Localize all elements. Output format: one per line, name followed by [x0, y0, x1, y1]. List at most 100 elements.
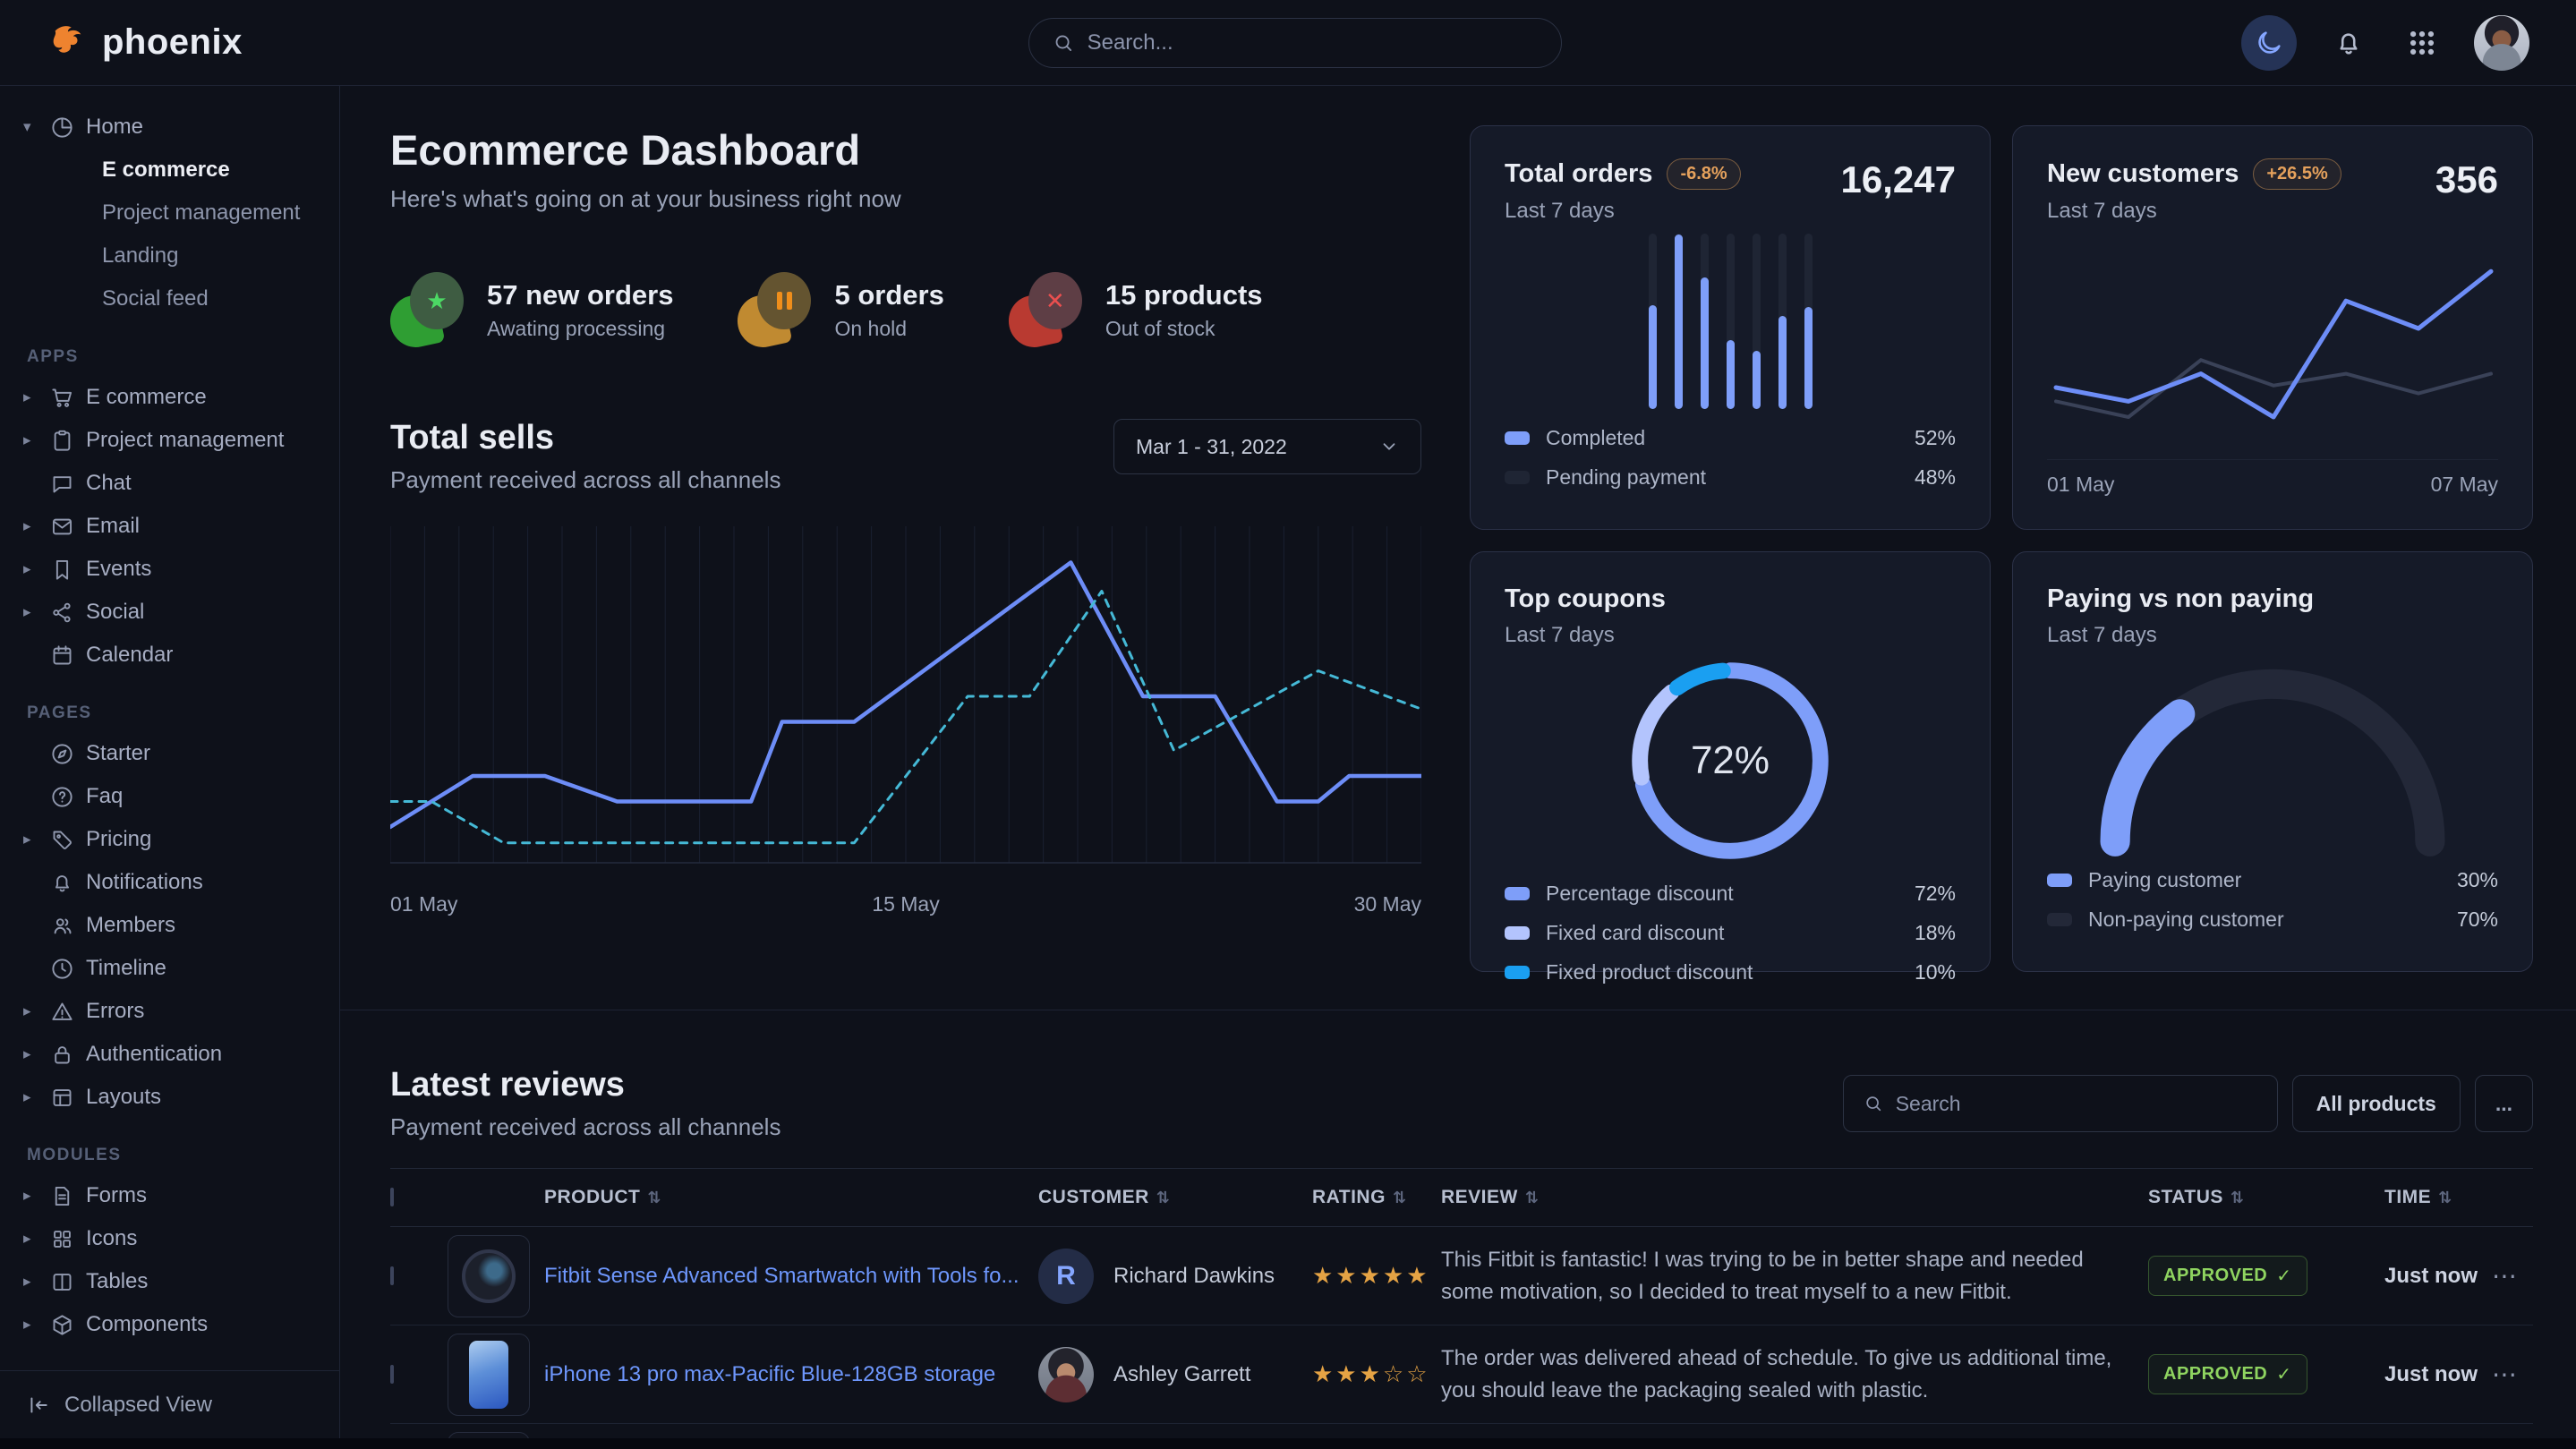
- collapse-view-label: Collapsed View: [64, 1393, 212, 1418]
- sidebar-item-email[interactable]: ▸Email: [23, 505, 321, 548]
- stat-orange: 5 ordersOn hold: [738, 272, 943, 347]
- sidebar-item-e-commerce[interactable]: ▸E commerce: [23, 376, 321, 419]
- layout-wrap: [50, 1086, 86, 1110]
- legend-row: Fixed card discount18%: [1505, 913, 1956, 952]
- date-range-select[interactable]: Mar 1 - 31, 2022: [1113, 419, 1421, 474]
- product-link[interactable]: iPhone 13 pro max-Pacific Blue-128GB sto…: [544, 1362, 995, 1386]
- legend-swatch: [1505, 471, 1530, 484]
- orders-legend: Completed52%Pending payment48%: [1505, 418, 1956, 497]
- global-search[interactable]: [1028, 18, 1562, 68]
- sort-icon: ⇅: [1393, 1189, 1407, 1206]
- sidebar-item-pricing[interactable]: ▸Pricing: [23, 818, 321, 861]
- sidebar-item-label: Pricing: [86, 827, 151, 852]
- sidebar-item-calendar[interactable]: Calendar: [23, 634, 321, 677]
- product-cell: Fitbit Sense Advanced Smartwatch with To…: [544, 1264, 1038, 1289]
- bookmark-wrap: [50, 558, 86, 582]
- legend-value: 70%: [2457, 908, 2498, 932]
- bar-fill: [1753, 351, 1761, 409]
- table-row: Fitbit Sense Advanced Smartwatch with To…: [390, 1227, 2533, 1325]
- bar-track: [1701, 234, 1709, 409]
- legend-label: Percentage discount: [1546, 882, 1734, 906]
- sidebar-item-chat[interactable]: Chat: [23, 462, 321, 505]
- column-header-review[interactable]: REVIEW ⇅: [1441, 1187, 2148, 1208]
- sidebar-subitem-e-commerce[interactable]: E commerce: [102, 149, 321, 192]
- sidebar-item-label: Errors: [86, 999, 144, 1024]
- reviews-search-input[interactable]: [1896, 1092, 2257, 1116]
- column-header-rating[interactable]: RATING⇅: [1312, 1187, 1441, 1208]
- status-label: APPROVED: [2163, 1364, 2267, 1385]
- new-customers-plot: [2047, 230, 2500, 454]
- legend-value: 10%: [1915, 960, 1956, 984]
- collapse-view-toggle[interactable]: Collapsed View: [0, 1370, 339, 1438]
- sidebar-item-forms[interactable]: ▸Forms: [23, 1174, 321, 1217]
- sidebar-item-timeline[interactable]: Timeline: [23, 947, 321, 990]
- column-header-status[interactable]: STATUS⇅: [2148, 1187, 2384, 1208]
- column-label: REVIEW: [1441, 1187, 1518, 1207]
- sidebar-item-faq[interactable]: Faq: [23, 775, 321, 818]
- apps-menu-button[interactable]: [2401, 21, 2444, 64]
- sidebar-item-home[interactable]: ▾Home: [23, 106, 321, 149]
- coupons-donut-chart: 72%: [1505, 648, 1956, 874]
- global-search-input[interactable]: [1088, 30, 1539, 55]
- sidebar-item-errors[interactable]: ▸Errors: [23, 990, 321, 1033]
- sidebar-item-authentication[interactable]: ▸Authentication: [23, 1033, 321, 1076]
- stat-x-icon: ✕: [1009, 272, 1084, 347]
- bar-track: [1675, 234, 1683, 409]
- users-icon: [50, 914, 74, 938]
- row-more-button[interactable]: ⋯: [2492, 1261, 2533, 1291]
- sidebar-item-members[interactable]: Members: [23, 904, 321, 947]
- all-products-button[interactable]: All products: [2292, 1075, 2461, 1132]
- sidebar-item-project-management[interactable]: ▸Project management: [23, 419, 321, 462]
- clipboard-wrap: [50, 429, 86, 453]
- legend-swatch: [1505, 926, 1530, 940]
- sidebar-item-tables[interactable]: ▸Tables: [23, 1260, 321, 1303]
- sidebar-item-label: Notifications: [86, 870, 203, 895]
- more-options-button[interactable]: ...: [2475, 1075, 2533, 1132]
- sidebar-subitem-landing[interactable]: Landing: [102, 234, 321, 277]
- brand-logo[interactable]: phoenix: [47, 22, 243, 64]
- new-customers-change-badge: +26.5%: [2253, 158, 2341, 190]
- sidebar-item-icons[interactable]: ▸Icons: [23, 1217, 321, 1260]
- sidebar-item-components[interactable]: ▸Components: [23, 1303, 321, 1346]
- column-header-customer[interactable]: CUSTOMER⇅: [1038, 1187, 1312, 1208]
- sidebar-item-layouts[interactable]: ▸Layouts: [23, 1076, 321, 1119]
- sidebar-subitem-social-feed[interactable]: Social feed: [102, 277, 321, 320]
- sidebar-item-notifications[interactable]: Notifications: [23, 861, 321, 904]
- theme-toggle-button[interactable]: [2241, 15, 2297, 71]
- row-checkbox[interactable]: [390, 1266, 394, 1285]
- sidebar-item-social[interactable]: ▸Social: [23, 591, 321, 634]
- stat-green: ★57 new ordersAwating processing: [390, 272, 673, 347]
- star-glyph: ★: [410, 272, 464, 329]
- new-customers-card: New customers +26.5% Last 7 days 356 01 …: [2012, 125, 2533, 530]
- select-all-checkbox[interactable]: [390, 1188, 394, 1206]
- row-more-button[interactable]: ⋯: [2492, 1360, 2533, 1389]
- box-wrap: [50, 1313, 86, 1337]
- sidebar-subitem-project-management[interactable]: Project management: [102, 192, 321, 234]
- sidebar-item-label: Authentication: [86, 1042, 222, 1067]
- notifications-button[interactable]: [2327, 21, 2370, 64]
- bar-fill: [1649, 305, 1657, 409]
- column-header-product[interactable]: PRODUCT⇅: [544, 1187, 1038, 1208]
- bookmark-icon: [50, 558, 74, 582]
- caret-down-icon: ▾: [23, 118, 50, 136]
- row-checkbox[interactable]: [390, 1365, 394, 1384]
- box-icon: [50, 1313, 74, 1337]
- user-avatar[interactable]: [2474, 15, 2529, 71]
- sidebar-item-starter[interactable]: Starter: [23, 732, 321, 775]
- chat-wrap: [50, 472, 86, 496]
- product-link[interactable]: Fitbit Sense Advanced Smartwatch with To…: [544, 1264, 1019, 1288]
- legend-value: 30%: [2457, 868, 2498, 892]
- sidebar-item-events[interactable]: ▸Events: [23, 548, 321, 591]
- apps-grid-icon: [2407, 28, 2437, 58]
- bar-track: [1727, 234, 1735, 409]
- caret-right-icon: ▸: [23, 1230, 50, 1248]
- reviews-search[interactable]: [1843, 1075, 2278, 1132]
- sort-icon: ⇅: [1525, 1189, 1540, 1206]
- paying-legend: Paying customer30%Non-paying customer70%: [2047, 860, 2498, 939]
- rating-stars: ★★★☆☆: [1312, 1360, 1441, 1388]
- sidebar-item-label: Timeline: [86, 956, 166, 981]
- main-content: Ecommerce Dashboard Here's what's going …: [340, 86, 2576, 1438]
- sidebar-item-label: Email: [86, 514, 140, 539]
- bar-fill: [1778, 316, 1787, 409]
- column-header-time[interactable]: TIME⇅: [2384, 1187, 2492, 1208]
